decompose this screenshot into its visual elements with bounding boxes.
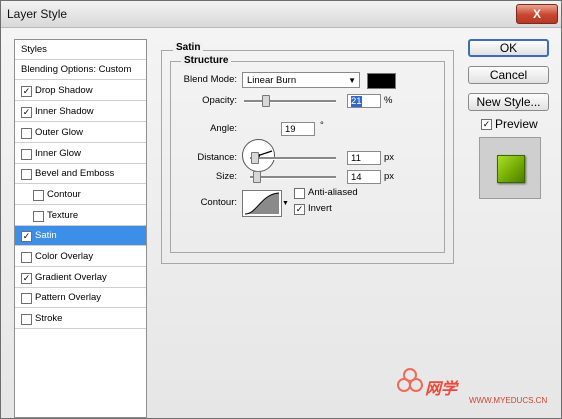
gradient-overlay-item[interactable]: Gradient Overlay bbox=[15, 268, 146, 288]
angle-input[interactable]: 19 bbox=[281, 122, 315, 136]
texture-checkbox[interactable] bbox=[33, 211, 44, 222]
list-item-label: Outer Glow bbox=[35, 127, 84, 138]
size-value: 14 bbox=[351, 172, 362, 183]
satin-group-title: Satin bbox=[173, 42, 204, 53]
watermark-text: 网学 bbox=[425, 381, 458, 398]
close-button[interactable]: X bbox=[516, 4, 558, 24]
list-item-label: Texture bbox=[47, 210, 79, 221]
structure-group-title: Structure bbox=[181, 55, 232, 66]
watermark-url: WWW.MYEDUCS.CN bbox=[469, 396, 548, 405]
preview-swatch bbox=[497, 155, 525, 183]
list-item-label: Satin bbox=[35, 230, 57, 241]
size-slider-thumb[interactable] bbox=[253, 171, 261, 183]
inner-glow-checkbox[interactable] bbox=[21, 149, 32, 160]
list-item-label: Drop Shadow bbox=[35, 85, 93, 96]
invert-label: Invert bbox=[308, 203, 332, 214]
opacity-input[interactable]: 21 bbox=[347, 94, 381, 108]
pattern-overlay-checkbox[interactable] bbox=[21, 293, 32, 304]
preview-checkbox[interactable] bbox=[481, 119, 492, 130]
list-item-label: Inner Shadow bbox=[35, 106, 94, 117]
list-item-label: Inner Glow bbox=[35, 148, 81, 159]
list-item-label: Color Overlay bbox=[35, 251, 94, 262]
satin-item[interactable]: Satin bbox=[15, 226, 146, 246]
distance-input[interactable]: 11 bbox=[347, 151, 381, 165]
contour-curve-icon bbox=[244, 192, 280, 215]
list-item-label: Pattern Overlay bbox=[35, 292, 101, 303]
contour-picker[interactable] bbox=[242, 190, 282, 217]
opacity-value: 21 bbox=[351, 96, 362, 107]
size-slider-track[interactable] bbox=[250, 176, 336, 179]
contour-dropdown-icon[interactable]: ▼ bbox=[282, 200, 289, 207]
size-label: Size: bbox=[215, 171, 237, 182]
inner-shadow-item[interactable]: Inner Shadow bbox=[15, 102, 146, 122]
list-item-label: Gradient Overlay bbox=[35, 272, 107, 283]
list-item-label: Styles bbox=[21, 44, 47, 55]
contour-label: Contour: bbox=[200, 197, 237, 208]
style-preview-thumbnail bbox=[479, 137, 541, 199]
stroke-item[interactable]: Stroke bbox=[15, 309, 146, 329]
blend-mode-select[interactable]: Linear Burn ▼ bbox=[242, 72, 360, 88]
opacity-slider-thumb[interactable] bbox=[262, 95, 270, 107]
blend-mode-value: Linear Burn bbox=[247, 75, 297, 86]
size-unit: px bbox=[384, 171, 395, 182]
drop-shadow-checkbox[interactable] bbox=[21, 86, 32, 97]
distance-value: 11 bbox=[351, 153, 361, 164]
styles-list: Styles Blending Options: Custom Drop Sha… bbox=[14, 39, 147, 418]
opacity-unit: % bbox=[384, 95, 393, 106]
angle-unit: ° bbox=[320, 120, 324, 131]
list-item-label: Contour bbox=[47, 189, 81, 200]
contour-checkbox[interactable] bbox=[33, 190, 44, 201]
inner-shadow-checkbox[interactable] bbox=[21, 107, 32, 118]
invert-checkbox[interactable] bbox=[294, 204, 305, 215]
gradient-overlay-checkbox[interactable] bbox=[21, 273, 32, 284]
color-overlay-item[interactable]: Color Overlay bbox=[15, 247, 146, 267]
anti-aliased-checkbox[interactable] bbox=[294, 188, 305, 199]
list-item-label: Stroke bbox=[35, 313, 63, 324]
list-item-label: Bevel and Emboss bbox=[35, 168, 115, 179]
distance-unit: px bbox=[384, 152, 395, 163]
cancel-button[interactable]: Cancel bbox=[468, 66, 549, 84]
texture-item[interactable]: Texture bbox=[15, 206, 146, 226]
angle-value: 19 bbox=[285, 124, 296, 135]
anti-aliased-label: Anti-aliased bbox=[308, 187, 358, 198]
bevel-emboss-checkbox[interactable] bbox=[21, 169, 32, 180]
dialog-body: Styles Blending Options: Custom Drop Sha… bbox=[1, 28, 561, 418]
opacity-slider-track[interactable] bbox=[244, 100, 336, 103]
watermark-flower-logo bbox=[397, 368, 423, 392]
inner-glow-item[interactable]: Inner Glow bbox=[15, 144, 146, 164]
size-input[interactable]: 14 bbox=[347, 170, 381, 184]
color-overlay-checkbox[interactable] bbox=[21, 252, 32, 263]
preview-label: Preview bbox=[495, 117, 538, 131]
title-bar[interactable]: Layer Style X bbox=[1, 1, 561, 28]
blend-mode-label: Blend Mode: bbox=[183, 74, 237, 85]
distance-slider-track[interactable] bbox=[250, 157, 336, 160]
chevron-down-icon: ▼ bbox=[348, 76, 356, 85]
opacity-label: Opacity: bbox=[202, 95, 237, 106]
new-style-button[interactable]: New Style... bbox=[468, 93, 549, 111]
list-item-label: Blending Options: Custom bbox=[21, 64, 132, 75]
blending-options-item[interactable]: Blending Options: Custom bbox=[15, 60, 146, 80]
blend-color-swatch[interactable] bbox=[367, 73, 396, 89]
outer-glow-checkbox[interactable] bbox=[21, 128, 32, 139]
distance-slider-thumb[interactable] bbox=[251, 152, 259, 164]
styles-header-item[interactable]: Styles bbox=[15, 40, 146, 60]
stroke-checkbox[interactable] bbox=[21, 314, 32, 325]
distance-label: Distance: bbox=[197, 152, 237, 163]
angle-label: Angle: bbox=[210, 123, 237, 134]
satin-checkbox[interactable] bbox=[21, 231, 32, 242]
contour-item[interactable]: Contour bbox=[15, 185, 146, 205]
window-title: Layer Style bbox=[7, 7, 68, 21]
ok-button[interactable]: OK bbox=[468, 39, 549, 57]
outer-glow-item[interactable]: Outer Glow bbox=[15, 123, 146, 143]
layer-style-dialog: Layer Style X Styles Blending Options: C… bbox=[0, 0, 562, 419]
pattern-overlay-item[interactable]: Pattern Overlay bbox=[15, 288, 146, 308]
drop-shadow-item[interactable]: Drop Shadow bbox=[15, 81, 146, 101]
bevel-emboss-item[interactable]: Bevel and Emboss bbox=[15, 164, 146, 184]
